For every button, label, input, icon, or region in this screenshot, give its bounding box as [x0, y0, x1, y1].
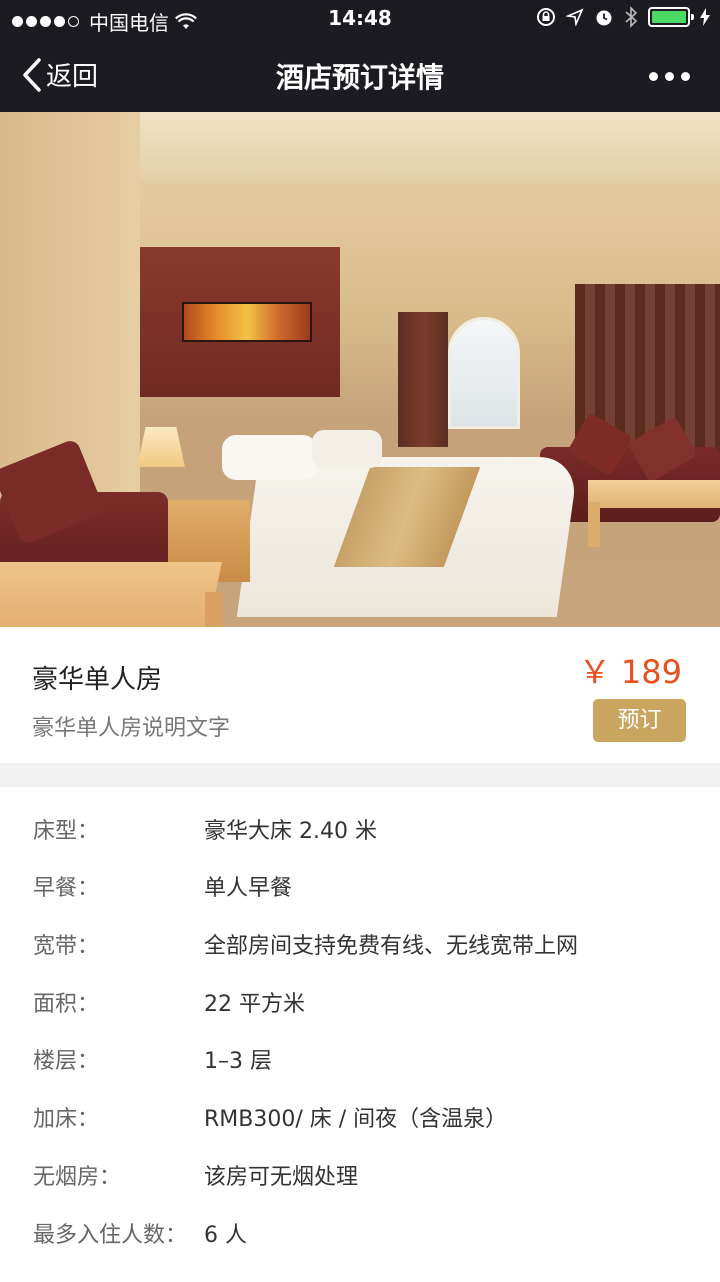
detail-label: 面积：: [33, 992, 100, 1017]
more-icon[interactable]: [649, 72, 690, 81]
detail-value: 22 平方米: [204, 992, 305, 1017]
detail-value: 1–3 层: [204, 1049, 272, 1074]
detail-value: RMB300/ 床 / 间夜（含温泉）: [204, 1107, 508, 1132]
page-title: 酒店预订详情: [275, 61, 444, 94]
room-info: 豪华单人房 豪华单人房说明文字 ￥ 189 预订: [0, 627, 720, 763]
room-name: 豪华单人房: [32, 665, 163, 695]
detail-row-bed-type: 床型： 豪华大床 2.40 米: [0, 805, 720, 845]
detail-label: 宽带：: [33, 934, 100, 959]
book-button[interactable]: 预订: [593, 699, 686, 742]
detail-row-non-smoking: 无烟房： 该房可无烟处理: [0, 1151, 720, 1191]
detail-row-max-occupancy: 最多入住人数： 6 人: [0, 1209, 720, 1249]
room-photo: [0, 112, 720, 627]
room-description: 豪华单人房说明文字: [32, 716, 231, 741]
room-price: ￥ 189: [578, 653, 682, 691]
detail-value: 单人早餐: [204, 876, 293, 901]
detail-value: 全部房间支持免费有线、无线宽带上网: [204, 934, 579, 959]
detail-row-broadband: 宽带： 全部房间支持免费有线、无线宽带上网: [0, 920, 720, 960]
detail-label: 早餐：: [33, 876, 100, 901]
nav-bar: 返回 酒店预订详情: [0, 36, 720, 112]
detail-row-breakfast: 早餐： 单人早餐: [0, 862, 720, 902]
detail-row-extra-bed: 加床： RMB300/ 床 / 间夜（含温泉）: [0, 1093, 720, 1133]
detail-label: 加床：: [33, 1107, 100, 1132]
status-right: [536, 6, 710, 28]
detail-row-area: 面积： 22 平方米: [0, 978, 720, 1018]
detail-value: 该房可无烟处理: [204, 1165, 359, 1190]
battery-icon: [648, 7, 694, 27]
detail-label: 楼层：: [33, 1049, 100, 1074]
detail-label: 无烟房：: [33, 1165, 122, 1190]
battery-fill: [652, 11, 686, 23]
alarm-icon: [596, 10, 612, 26]
bluetooth-icon: [625, 6, 638, 28]
rotation-lock-icon: [537, 8, 555, 26]
detail-value: 6 人: [204, 1223, 247, 1248]
detail-value: 豪华大床 2.40 米: [204, 819, 377, 844]
detail-row-floor: 楼层： 1–3 层: [0, 1035, 720, 1075]
detail-label: 床型：: [33, 819, 100, 844]
status-bar: 中国电信 14:48: [0, 0, 720, 36]
charging-icon: [700, 8, 710, 26]
location-icon: [566, 8, 584, 26]
section-divider: [0, 763, 720, 787]
detail-label: 最多入住人数：: [33, 1223, 188, 1248]
